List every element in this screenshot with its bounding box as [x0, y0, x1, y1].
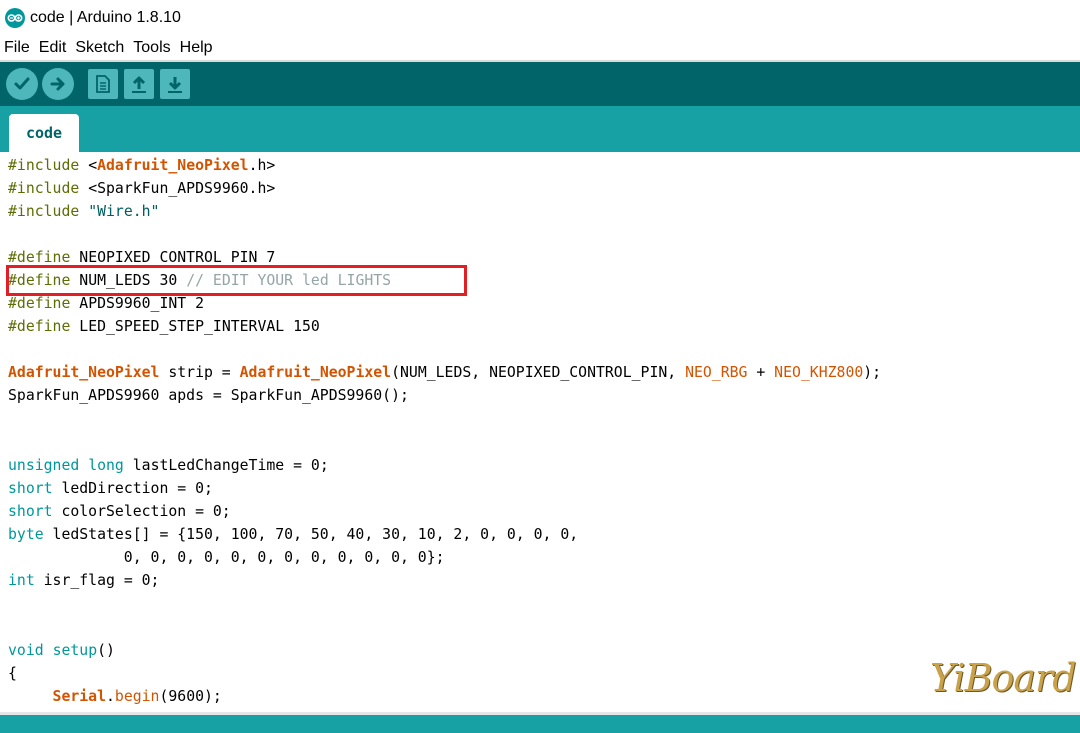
arduino-logo-icon — [5, 8, 25, 28]
tab-code-label: code — [25, 124, 63, 142]
code-line-7: #define APDS9960_INT 2 — [8, 295, 204, 312]
code-line-8: #define LED_SPEED_STEP_INTERVAL 150 — [8, 318, 320, 335]
code-line-6: #define NUM_LEDS 30 // EDIT YOUR led LIG… — [8, 272, 392, 289]
watermark-text: YiBoard — [930, 656, 1077, 700]
menu-bar: File Edit Sketch Tools Help — [0, 36, 1080, 60]
status-bar — [0, 715, 1080, 733]
check-icon — [14, 77, 30, 90]
code-line-10: Adafruit_NeoPixel strip = Adafruit_NeoPi… — [8, 364, 882, 381]
arrow-right-icon — [50, 77, 65, 91]
tab-code[interactable]: code — [9, 114, 79, 152]
code-line-5: #define NEOPIXED_CONTROL_PIN 7 — [8, 249, 276, 266]
code-line-16: short colorSelection = 0; — [8, 503, 231, 520]
document-icon — [96, 75, 110, 93]
code-line-11: SparkFun_APDS9960 apds = SparkFun_APDS99… — [8, 387, 409, 404]
menu-edit[interactable]: Edit — [35, 39, 72, 57]
window-title: code | Arduino 1.8.10 — [30, 9, 181, 26]
code-line-22: void setup() — [8, 642, 115, 659]
watermark-logo: YiBoard — [930, 656, 1077, 706]
tab-bar: code — [0, 106, 1080, 152]
title-bar: code | Arduino 1.8.10 — [0, 0, 1080, 36]
code-line-19: int isr_flag = 0; — [8, 572, 160, 589]
code-line-23: { — [8, 665, 17, 682]
code-line-15: short ledDirection = 0; — [8, 480, 213, 497]
save-button[interactable] — [160, 69, 190, 99]
verify-button[interactable] — [6, 68, 38, 100]
new-button[interactable] — [88, 69, 118, 99]
arrow-down-icon — [168, 77, 182, 93]
code-line-17: byte ledStates[] = {150, 100, 70, 50, 40… — [8, 526, 579, 543]
code-line-14: unsigned long lastLedChangeTime = 0; — [8, 457, 329, 474]
menu-help[interactable]: Help — [176, 39, 218, 57]
code-line-2: #include <SparkFun_APDS9960.h> — [8, 180, 276, 197]
code-line-1: #include <Adafruit_NeoPixel.h> — [8, 157, 276, 174]
code-line-18: 0, 0, 0, 0, 0, 0, 0, 0, 0, 0, 0, 0}; — [8, 549, 445, 566]
menu-tools[interactable]: Tools — [129, 39, 175, 57]
arrow-up-icon — [132, 76, 146, 93]
code-line-24: Serial.begin(9600); — [52, 688, 222, 705]
upload-button[interactable] — [42, 68, 74, 100]
menu-file[interactable]: File — [0, 39, 35, 57]
code-line-3: #include "Wire.h" — [8, 203, 160, 220]
code-editor[interactable]: #include <Adafruit_NeoPixel.h> #include … — [0, 152, 1080, 712]
toolbar — [0, 62, 1080, 106]
open-button[interactable] — [124, 69, 154, 99]
menu-sketch[interactable]: Sketch — [71, 39, 129, 57]
